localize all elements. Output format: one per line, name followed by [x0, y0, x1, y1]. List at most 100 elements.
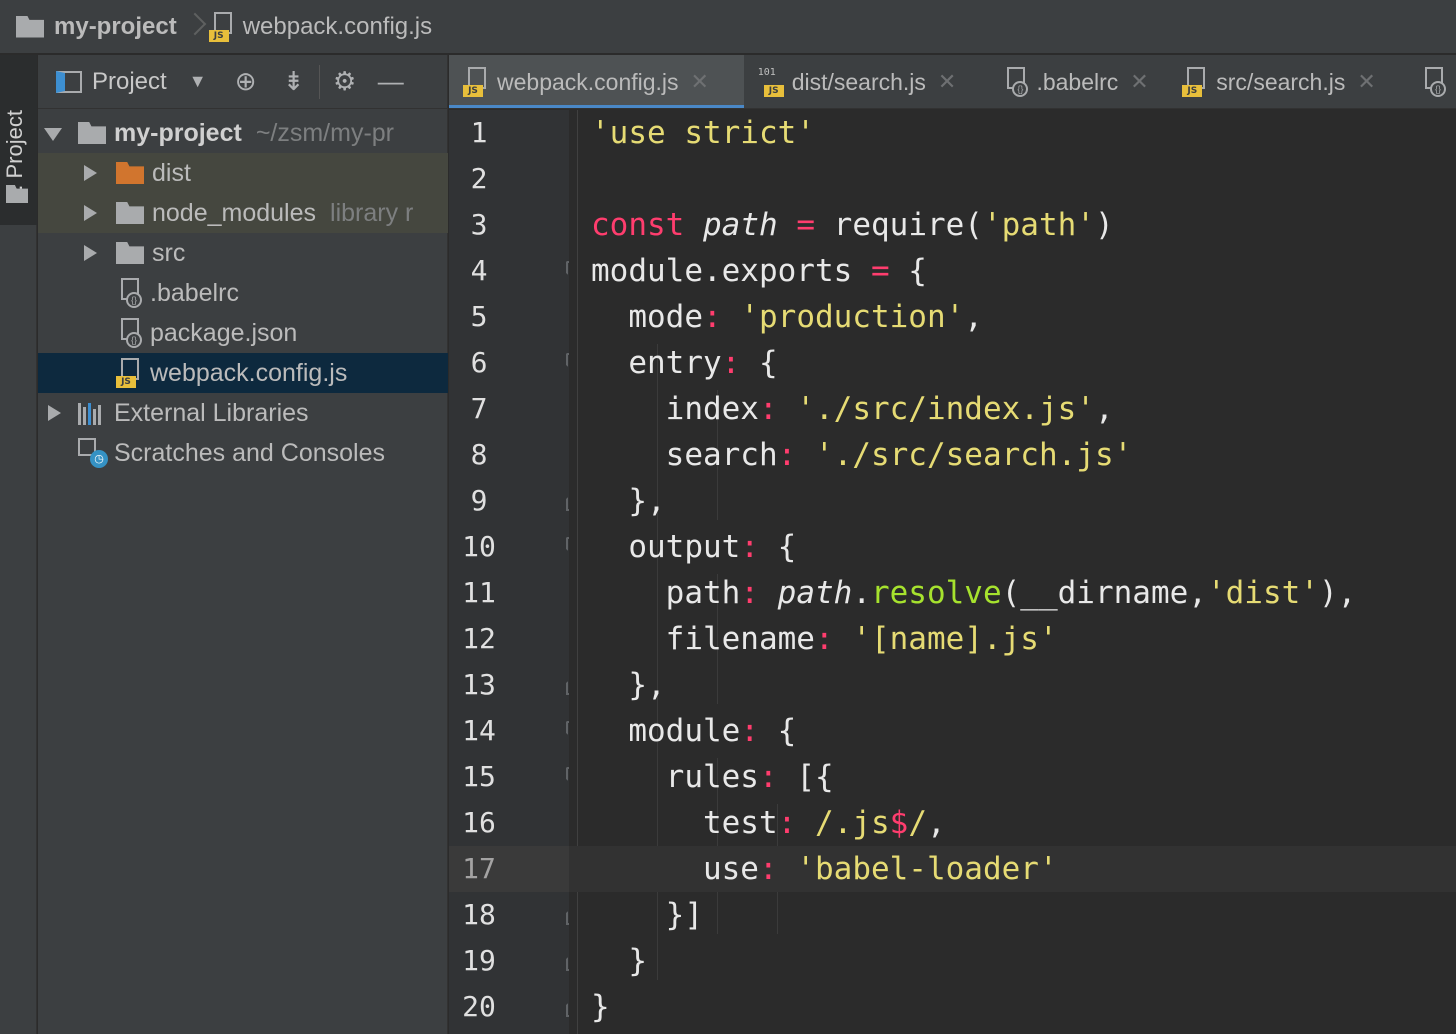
line-number: 14 — [462, 714, 496, 747]
tree-item-label: node_modules — [152, 198, 317, 227]
chevron-right-icon[interactable] — [80, 243, 100, 263]
close-icon[interactable]: ✕ — [691, 69, 709, 95]
code-token: const — [591, 207, 685, 243]
code-token: test — [591, 805, 778, 841]
code-token: './src/index.js' — [796, 391, 1095, 427]
tree-item-src[interactable]: src — [38, 233, 448, 273]
code-token: 'babel-loader' — [796, 851, 1058, 887]
code-token: use — [591, 851, 759, 887]
code-token: : — [758, 851, 778, 887]
code-line[interactable]: mode: 'production', — [569, 294, 1456, 340]
code-token: module — [591, 713, 741, 749]
tool-window-stripe: 1: Project — [0, 55, 37, 1034]
code-line[interactable]: } — [569, 984, 1456, 1030]
line-number: 9 — [470, 484, 488, 517]
tab-dist-search[interactable]: 101 JS dist/search.js ✕ — [744, 55, 989, 108]
collapse-all-icon[interactable]: ⇟ — [277, 65, 311, 99]
locate-file-icon[interactable]: ⊕ — [229, 65, 263, 99]
js-file-icon: JS — [116, 358, 142, 388]
chevron-down-icon[interactable] — [44, 123, 64, 143]
tree-item-hint: library r — [330, 198, 414, 227]
editor-gutter: 1 2 3 4 5 6 7 8 9 10 11 12 13 14 15 16 17 18 19 20 — [449, 110, 584, 1034]
breadcrumb-project[interactable]: my-project — [54, 13, 177, 41]
code-token: { — [740, 345, 778, 381]
code-line[interactable]: search: './src/search.js' — [569, 432, 1456, 478]
close-icon[interactable]: ✕ — [938, 69, 956, 95]
code-line[interactable]: output: { — [569, 524, 1456, 570]
code-token: : — [740, 713, 759, 749]
code-line[interactable]: }, — [569, 478, 1456, 524]
breadcrumb-separator-icon — [187, 12, 199, 42]
tab-overflow[interactable]: {} — [1406, 55, 1456, 108]
code-line[interactable]: path: path.resolve(__dirname,'dist'), — [569, 570, 1456, 616]
code-token: 'path' — [982, 207, 1095, 243]
code-token: [{ — [777, 759, 834, 795]
project-view-selector[interactable]: Project — [92, 68, 167, 96]
tab-babelrc[interactable]: {} .babelrc ✕ — [988, 55, 1168, 108]
tree-item-external-libraries[interactable]: External Libraries — [38, 393, 448, 433]
code-line[interactable]: test: /.js$/, — [569, 800, 1456, 846]
code-line[interactable]: module: { — [569, 708, 1456, 754]
line-number: 3 — [470, 208, 488, 241]
line-number: 10 — [462, 530, 496, 563]
tree-item-package-json[interactable]: {} package.json — [38, 313, 448, 353]
tree-item-scratches[interactable]: ◷ Scratches and Consoles — [38, 433, 448, 473]
gear-icon[interactable]: ⚙ — [328, 65, 362, 99]
code-token: path — [777, 575, 853, 611]
tab-src-search[interactable]: JS src/search.js ✕ — [1168, 55, 1406, 108]
code-line[interactable]: } — [569, 938, 1456, 984]
code-token: path — [703, 207, 778, 243]
code-token: } — [591, 943, 647, 979]
code-token: 'production' — [740, 299, 965, 335]
code-token: './src/search.js' — [814, 437, 1133, 473]
tree-item-webpack-config[interactable]: JS webpack.config.js — [38, 353, 448, 393]
tree-item-my-project[interactable]: my-project ~/zsm/my-pr — [38, 113, 448, 153]
line-number: 1 — [470, 116, 488, 149]
chevron-right-icon[interactable] — [80, 203, 100, 223]
code-line[interactable]: use: 'babel-loader' — [569, 846, 1456, 892]
code-line[interactable]: filename: '[name].js' — [569, 616, 1456, 662]
code-token: { — [758, 529, 797, 565]
navigation-bar: my-project JS webpack.config.js — [0, 0, 1456, 54]
close-icon[interactable]: ✕ — [1357, 69, 1375, 95]
code-line[interactable]: 'use strict' — [569, 110, 1456, 156]
line-number: 2 — [470, 162, 488, 195]
code-editor[interactable]: 'use strict' const path = require('path')… — [569, 110, 1456, 1034]
code-token: filename — [591, 621, 815, 657]
line-number: 6 — [470, 346, 488, 379]
code-line[interactable]: }, — [569, 662, 1456, 708]
chevron-right-icon[interactable] — [44, 403, 64, 423]
code-token: , — [964, 299, 983, 335]
code-line[interactable]: index: './src/index.js', — [569, 386, 1456, 432]
code-line[interactable] — [569, 156, 1456, 202]
code-token: : — [758, 759, 778, 795]
folder-excluded-icon — [116, 162, 144, 184]
code-token: }, — [591, 483, 666, 519]
chevron-right-icon[interactable] — [80, 163, 100, 183]
line-number: 16 — [462, 806, 496, 839]
code-line[interactable]: module.exports = { — [569, 248, 1456, 294]
chevron-down-icon[interactable]: ▼ — [181, 65, 215, 99]
project-tool-window-button[interactable]: 1: Project — [0, 55, 37, 225]
binary-js-file-icon: 101 JS — [758, 67, 784, 97]
tree-item-label: External Libraries — [114, 398, 309, 427]
minimize-icon[interactable]: — — [374, 65, 408, 99]
code-line[interactable]: entry: { — [569, 340, 1456, 386]
code-line[interactable]: }] — [569, 892, 1456, 938]
tree-item-node-modules[interactable]: node_modules library r — [38, 193, 448, 233]
breadcrumb-file[interactable]: webpack.config.js — [243, 13, 432, 41]
close-icon[interactable]: ✕ — [1130, 69, 1148, 95]
code-line[interactable]: rules: [{ — [569, 754, 1456, 800]
tree-item-dist[interactable]: dist — [38, 153, 448, 193]
code-line[interactable]: const path = require('path') — [569, 202, 1456, 248]
code-token: : — [777, 437, 797, 473]
tree-item-babelrc[interactable]: {} .babelrc — [38, 273, 448, 313]
editor-tabs: JS webpack.config.js ✕ 101 JS dist/search… — [449, 55, 1456, 109]
line-number: 17 — [462, 852, 496, 885]
tab-label: .babelrc — [1036, 68, 1119, 95]
tab-webpack-config[interactable]: JS webpack.config.js ✕ — [449, 55, 744, 108]
